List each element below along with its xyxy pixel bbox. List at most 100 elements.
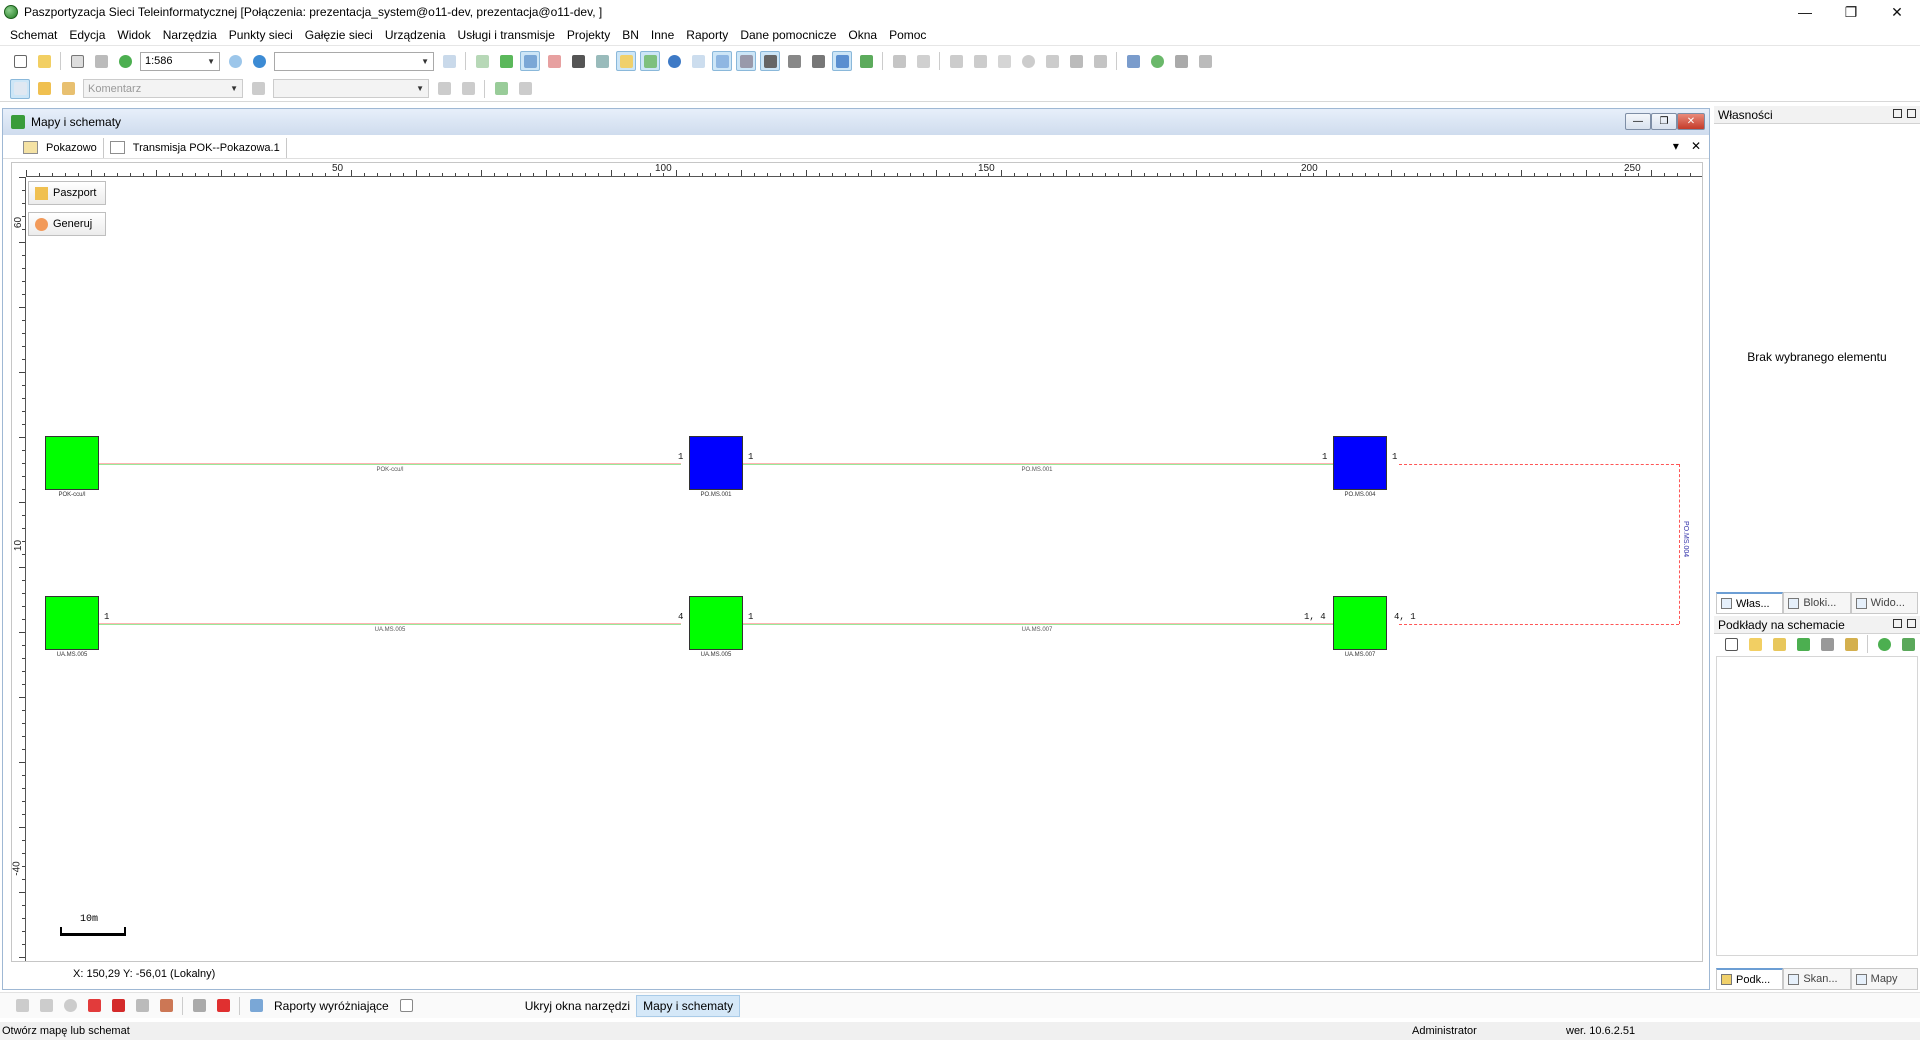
layer-icon[interactable] <box>439 51 459 71</box>
panel-float-button[interactable] <box>1893 109 1902 118</box>
pointer-icon[interactable] <box>10 78 30 99</box>
calendar-icon[interactable] <box>736 51 756 71</box>
expand-icon[interactable] <box>856 51 876 71</box>
menu-punkty-sieci[interactable]: Punkty sieci <box>223 28 299 42</box>
link-line[interactable] <box>743 623 1345 625</box>
open-folder-icon[interactable] <box>34 51 54 71</box>
print-icon[interactable] <box>91 51 111 71</box>
map-view-icon[interactable] <box>616 51 636 71</box>
tab-close-button[interactable]: ✕ <box>1691 139 1701 153</box>
close-button[interactable]: ✕ <box>1874 0 1920 24</box>
circle-icon[interactable] <box>1018 51 1038 71</box>
refresh-icon[interactable] <box>1874 634 1894 654</box>
remove-layer-icon[interactable] <box>1818 634 1838 654</box>
checkbox-icon[interactable] <box>397 996 417 1016</box>
new-document-icon[interactable] <box>10 51 30 71</box>
rack-icon[interactable] <box>1066 51 1086 71</box>
network-node[interactable] <box>1333 596 1387 650</box>
fit-icon[interactable] <box>808 51 828 71</box>
print-preview-icon[interactable] <box>67 51 87 71</box>
layer-combo[interactable]: ▼ <box>273 79 429 98</box>
connect-icon[interactable] <box>491 79 511 99</box>
link-line[interactable] <box>99 463 681 465</box>
reports-dropdown[interactable]: Raporty wyróżniające <box>268 996 395 1016</box>
map-icon[interactable] <box>1770 634 1790 654</box>
menu-urzadzenia[interactable]: Urządzenia <box>379 28 452 42</box>
print-area-icon[interactable] <box>1042 51 1062 71</box>
table-icon[interactable] <box>520 51 540 71</box>
child-close-button[interactable]: ✕ <box>1677 113 1705 130</box>
dashed-link[interactable] <box>1399 464 1679 465</box>
layers-list[interactable] <box>1716 656 1918 956</box>
tab-podklady[interactable]: Podk... <box>1716 968 1784 990</box>
person-alt-icon[interactable] <box>1195 51 1215 71</box>
brush-icon[interactable] <box>58 79 78 99</box>
add-icon[interactable] <box>1794 634 1814 654</box>
refresh-icon[interactable] <box>115 51 135 71</box>
align-right-icon[interactable] <box>784 51 804 71</box>
tab-mapy[interactable]: Mapy <box>1850 968 1918 990</box>
tab-transmisja[interactable]: Transmisja POK--Pokazowa.1 <box>102 137 287 158</box>
dashed-link[interactable] <box>1399 624 1679 625</box>
network-icon[interactable] <box>1123 51 1143 71</box>
grid-icon[interactable] <box>544 51 564 71</box>
paszport-button[interactable]: Paszport <box>28 181 106 205</box>
maximize-button[interactable]: ❐ <box>1828 0 1874 24</box>
building-icon[interactable] <box>946 51 966 71</box>
menu-edycja[interactable]: Edycja <box>63 28 111 42</box>
zoom-in-icon[interactable] <box>249 51 269 71</box>
copy-icon[interactable] <box>472 51 492 71</box>
split-icon[interactable] <box>913 51 933 71</box>
panel-float-button[interactable] <box>1893 619 1902 628</box>
tab-widok[interactable]: Wido... <box>1850 592 1918 614</box>
remove-icon[interactable] <box>515 79 535 99</box>
search-combo[interactable]: ▼ <box>274 51 434 71</box>
child-restore-button[interactable]: ❐ <box>1651 113 1677 130</box>
info-icon[interactable] <box>664 51 684 71</box>
edit-icon[interactable] <box>132 996 152 1016</box>
menu-bn[interactable]: BN <box>616 28 645 42</box>
delete-icon[interactable] <box>994 51 1014 71</box>
lock-icon[interactable] <box>248 79 268 99</box>
menu-galezie-sieci[interactable]: Gałęzie sieci <box>299 28 379 42</box>
image-icon[interactable] <box>189 996 209 1016</box>
minimize-button[interactable]: — <box>1782 0 1828 24</box>
pencil-icon[interactable] <box>34 79 54 99</box>
child-minimize-button[interactable]: — <box>1625 113 1651 130</box>
menu-widok[interactable]: Widok <box>111 28 156 42</box>
network-node[interactable] <box>45 596 99 650</box>
dashed-link[interactable] <box>1679 464 1680 624</box>
pen-icon[interactable] <box>12 996 32 1016</box>
tab-menu-button[interactable]: ▾ <box>1673 139 1679 153</box>
wave-icon[interactable] <box>1090 51 1110 71</box>
target-icon[interactable] <box>60 996 80 1016</box>
panel-icon[interactable] <box>688 51 708 71</box>
connect-icon[interactable] <box>36 996 56 1016</box>
person-icon[interactable] <box>1171 51 1191 71</box>
network-node[interactable] <box>689 436 743 490</box>
network-node[interactable] <box>1333 436 1387 490</box>
align-left-icon[interactable] <box>760 51 780 71</box>
scale-combo[interactable]: 1:586 ▼ <box>140 51 220 71</box>
binoculars-icon[interactable] <box>568 51 588 71</box>
stop-red-icon[interactable] <box>84 996 104 1016</box>
line-icon[interactable] <box>434 79 454 99</box>
menu-pomoc[interactable]: Pomoc <box>883 28 932 42</box>
hide-tools-button[interactable]: Ukryj okna narzędzi <box>519 996 636 1016</box>
network-node[interactable] <box>689 596 743 650</box>
panel-pin-button[interactable] <box>1907 109 1916 118</box>
generuj-button[interactable]: Generuj <box>28 212 106 236</box>
menu-raporty[interactable]: Raporty <box>680 28 734 42</box>
menu-inne[interactable]: Inne <box>645 28 680 42</box>
select-area-icon[interactable] <box>592 51 612 71</box>
schematic-canvas[interactable]: 50 100 150 200 250 60 10 -40 Paszport Ge… <box>11 162 1703 962</box>
zoom-out-icon[interactable] <box>225 51 245 71</box>
tab-wlasnosci[interactable]: Włas... <box>1716 592 1784 614</box>
network-node[interactable] <box>45 436 99 490</box>
menu-schemat[interactable]: Schemat <box>4 28 63 42</box>
text-icon[interactable] <box>832 51 852 71</box>
layer-props-icon[interactable] <box>1841 634 1861 654</box>
link-line[interactable] <box>99 623 681 625</box>
device-icon[interactable] <box>889 51 909 71</box>
menu-projekty[interactable]: Projekty <box>561 28 616 42</box>
